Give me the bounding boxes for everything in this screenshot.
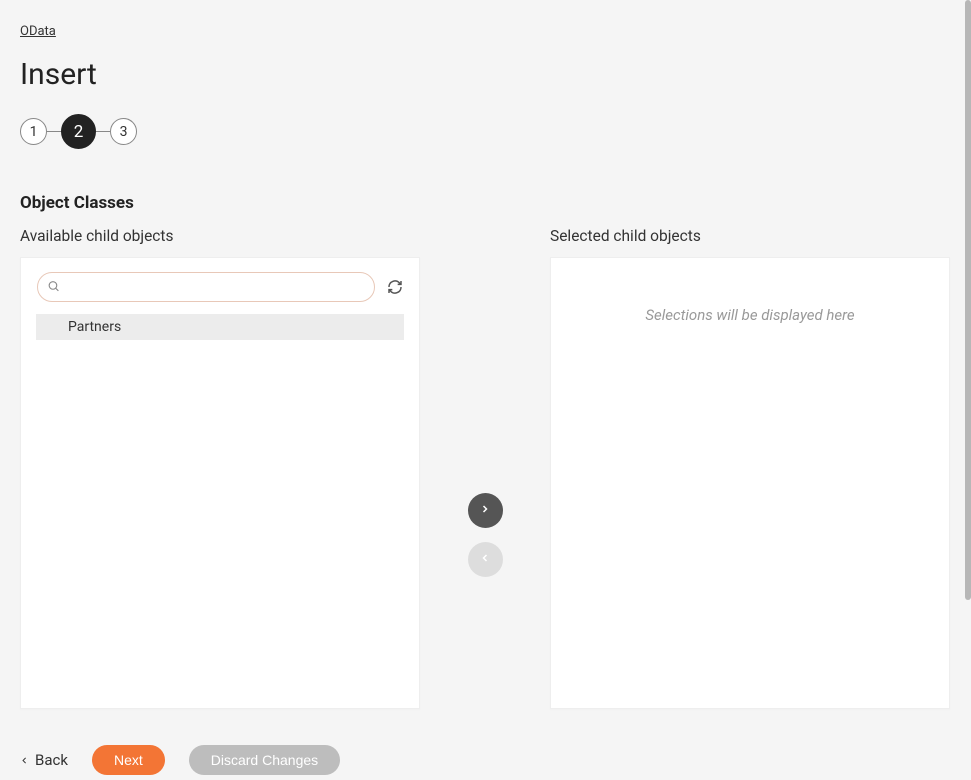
search-wrap	[37, 272, 375, 302]
selected-panel: Selections will be displayed here	[550, 257, 950, 709]
step-connector	[47, 131, 61, 132]
selected-column: Selected child objects Selections will b…	[550, 227, 950, 709]
transfer-columns: Available child objects	[20, 227, 951, 709]
chevron-left-icon	[479, 552, 491, 567]
available-label: Available child objects	[20, 227, 420, 245]
chevron-right-icon	[479, 503, 491, 518]
move-left-button[interactable]	[468, 542, 503, 577]
page-title: Insert	[20, 57, 951, 92]
refresh-icon[interactable]	[387, 279, 403, 295]
section-title: Object Classes	[20, 193, 951, 213]
stepper: 1 2 3	[20, 114, 951, 149]
selected-label: Selected child objects	[550, 227, 950, 245]
discard-button[interactable]: Discard Changes	[189, 745, 340, 775]
next-button[interactable]: Next	[92, 745, 165, 775]
scrollbar-track	[965, 0, 971, 780]
transfer-controls	[420, 227, 550, 709]
footer: Back Next Discard Changes	[20, 745, 951, 775]
available-column: Available child objects	[20, 227, 420, 709]
available-panel: Partners	[20, 257, 420, 709]
search-row	[37, 272, 403, 302]
step-2[interactable]: 2	[61, 114, 96, 149]
search-input[interactable]	[37, 272, 375, 302]
step-connector	[96, 131, 110, 132]
step-3[interactable]: 3	[110, 118, 137, 145]
move-right-button[interactable]	[468, 493, 503, 528]
breadcrumb-odata[interactable]: OData	[20, 24, 56, 39]
scrollbar-thumb[interactable]	[965, 0, 971, 600]
back-button[interactable]: Back	[20, 751, 68, 769]
step-1[interactable]: 1	[20, 118, 47, 145]
back-label: Back	[35, 751, 68, 769]
list-item-partners[interactable]: Partners	[36, 314, 404, 340]
selected-empty-text: Selections will be displayed here	[645, 306, 854, 324]
list-item-label: Partners	[68, 319, 121, 335]
chevron-left-icon	[20, 751, 29, 769]
